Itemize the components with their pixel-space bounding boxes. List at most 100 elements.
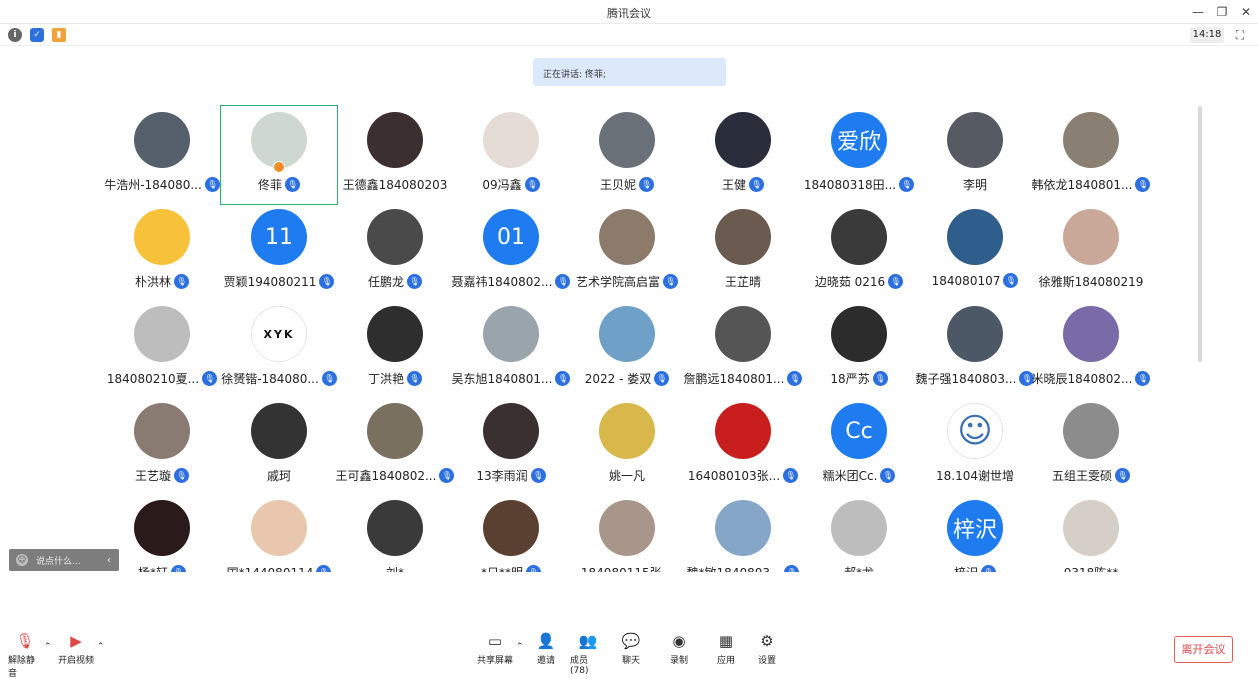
participant-avatar: 梓沢 bbox=[947, 500, 1003, 556]
participant-name: 王芷晴 bbox=[724, 275, 761, 289]
info-icon[interactable]: i bbox=[8, 28, 22, 42]
emoji-icon[interactable]: ☺ bbox=[16, 554, 28, 566]
participant-avatar bbox=[715, 500, 771, 556]
start-video-button[interactable]: ▶ 开启视频 bbox=[58, 632, 94, 670]
participant-tile[interactable]: 五组王雯硕 🎙 bbox=[1033, 397, 1149, 495]
fullscreen-icon[interactable]: ⛶ bbox=[1232, 27, 1248, 43]
participant-tile[interactable]: 吴东旭1840801... 🎙 bbox=[451, 300, 571, 398]
participant-tile[interactable]: 王可鑫1840802... 🎙 bbox=[336, 397, 455, 495]
participant-tile[interactable]: 梓沢梓沢🎙 bbox=[917, 494, 1033, 572]
participant-tile[interactable]: 杨*轩🎙 bbox=[104, 494, 220, 572]
participant-tile[interactable]: XYK 徐赟锴-184080... 🎙 bbox=[221, 300, 337, 398]
avatar-initials: 爱欣 bbox=[836, 130, 881, 155]
participant-tile[interactable]: 李明 bbox=[917, 106, 1033, 204]
participant-tile[interactable]: 王芷晴 bbox=[685, 203, 801, 301]
close-button[interactable]: ✕ bbox=[1234, 2, 1258, 22]
participant-tile[interactable]: 魏子强1840803... 🎙 bbox=[916, 300, 1035, 398]
participant-tile[interactable]: 詹鹏远1840801... 🎙 bbox=[684, 300, 803, 398]
participant-name: 184080107 bbox=[931, 273, 1001, 288]
video-options-chevron-icon[interactable]: ⌃ bbox=[97, 642, 105, 652]
participant-tile[interactable]: 徐雅斯184080219 bbox=[1033, 203, 1149, 301]
collapse-chevron-icon[interactable]: ‹ bbox=[107, 555, 111, 566]
settings-button[interactable]: ⚙ 设置 bbox=[756, 632, 778, 670]
invite-button[interactable]: 👤 邀请 bbox=[534, 632, 558, 670]
participant-tile[interactable]: 任鹏龙 🎙 bbox=[337, 203, 453, 301]
speaking-indicator: 正在讲话: 佟菲; bbox=[533, 58, 726, 86]
participant-tile[interactable]: 13李雨润 🎙 bbox=[453, 397, 569, 495]
participant-name: 吴东旭1840801... bbox=[451, 372, 553, 386]
participant-tile[interactable]: 18严苏 🎙 bbox=[801, 300, 917, 398]
members-button[interactable]: 👥 成员(78) bbox=[570, 632, 606, 676]
participant-tile[interactable]: 丁洪艳 🎙 bbox=[337, 300, 453, 398]
participant-avatar bbox=[251, 500, 307, 556]
participant-avatar bbox=[134, 209, 190, 265]
apps-button[interactable]: ▦ 应用 bbox=[715, 632, 737, 670]
leave-meeting-button[interactable]: 离开会议 bbox=[1174, 636, 1233, 663]
participant-avatar bbox=[367, 403, 423, 459]
unmute-button[interactable]: 🎙 解除静音 bbox=[8, 632, 42, 679]
participant-name: 徐赟锴-184080... bbox=[221, 372, 319, 386]
chat-button[interactable]: 💬 聊天 bbox=[620, 632, 642, 670]
participant-tile[interactable]: 184080107 🎙 bbox=[917, 203, 1033, 301]
window-title: 腾讯会议 bbox=[607, 7, 651, 20]
record-button[interactable]: ◉ 录制 bbox=[668, 632, 690, 670]
avatar-initials: ☺ bbox=[957, 411, 993, 451]
participant-avatar: XYK bbox=[251, 306, 307, 362]
participant-tile[interactable]: 艺术学院高启富 🎙 bbox=[569, 203, 685, 301]
participant-tile[interactable]: 爱欣 184080318田... 🎙 bbox=[801, 106, 917, 204]
participant-tile[interactable]: 184080115张... bbox=[569, 494, 685, 572]
participant-tile[interactable]: 09冯鑫 🎙 bbox=[453, 106, 569, 204]
share-screen-label: 共享屏幕 bbox=[477, 656, 514, 666]
network-signal-icon[interactable]: ▮ bbox=[52, 28, 66, 42]
participant-tile[interactable]: 184080210夏... 🎙 bbox=[104, 300, 220, 398]
participant-tile[interactable]: 01 聂嘉祎1840802... 🎙 bbox=[452, 203, 571, 301]
muted-microphone-icon: 🎙 bbox=[15, 632, 35, 650]
microphone-icon: 🎙 bbox=[654, 371, 670, 386]
participant-tile[interactable]: 164080103张... 🎙 bbox=[685, 397, 801, 495]
participant-name: 王健 bbox=[721, 178, 746, 192]
participant-tile[interactable]: 刘* bbox=[337, 494, 453, 572]
participant-tile[interactable]: 魏*敏1840803...🎙 bbox=[685, 494, 801, 572]
participant-avatar: 11 bbox=[251, 209, 307, 265]
participant-avatar bbox=[599, 112, 655, 168]
participant-avatar bbox=[1063, 306, 1119, 362]
participant-tile[interactable]: 韩依龙1840801... 🎙 bbox=[1032, 106, 1151, 204]
participant-tile[interactable]: 0318陈** bbox=[1033, 494, 1149, 572]
participant-name: 国*144080114 bbox=[227, 564, 314, 572]
audio-options-chevron-icon[interactable]: ⌃ bbox=[44, 642, 52, 652]
participant-tile[interactable]: 王德鑫184080203 bbox=[337, 106, 453, 204]
minimize-button[interactable]: — bbox=[1186, 2, 1210, 22]
participant-tile[interactable]: 米晓辰1840802... 🎙 bbox=[1032, 300, 1151, 398]
microphone-icon: 🎙 bbox=[1115, 468, 1130, 483]
chat-input-bar[interactable]: ☺ 说点什么... ‹ bbox=[9, 549, 119, 571]
participant-tile[interactable]: Cc 糯米团Cc. 🎙 bbox=[801, 397, 917, 495]
participant-name-line: 徐雅斯184080219 bbox=[1021, 273, 1161, 290]
participant-tile[interactable]: 王贝妮 🎙 bbox=[569, 106, 685, 204]
security-shield-icon[interactable]: ✓ bbox=[30, 28, 44, 42]
grid-scrollbar[interactable] bbox=[1198, 106, 1202, 362]
participant-tile[interactable]: 边晓茹 0216 🎙 bbox=[801, 203, 917, 301]
participant-tile[interactable]: 戚珂 bbox=[221, 397, 337, 495]
participant-tile[interactable]: 11 贾颖194080211 🎙 bbox=[221, 203, 337, 301]
participant-tile[interactable]: 佟菲 🎙 bbox=[220, 105, 338, 205]
participant-tile[interactable]: 国*144080114🎙 bbox=[221, 494, 337, 572]
meeting-clock: 14:18 bbox=[1190, 27, 1224, 43]
participant-tile[interactable]: 王艺璇 🎙 bbox=[104, 397, 220, 495]
participant-tile[interactable]: 姚一凡 bbox=[569, 397, 685, 495]
share-screen-button[interactable]: ▭ 共享屏幕 bbox=[477, 632, 513, 670]
participant-avatar bbox=[251, 112, 307, 168]
participant-tile[interactable]: 2022 - 娄双 🎙 bbox=[569, 300, 685, 398]
microphone-icon: 🎙 bbox=[639, 177, 654, 192]
restore-button[interactable]: ❐ bbox=[1210, 2, 1234, 22]
participant-tile[interactable]: 朴洪林 🎙 bbox=[104, 203, 220, 301]
participant-tile[interactable]: ☺ 18.104谢世增 bbox=[917, 397, 1033, 495]
participant-avatar bbox=[134, 306, 190, 362]
participant-avatar bbox=[483, 403, 539, 459]
participant-tile[interactable]: 王健 🎙 bbox=[685, 106, 801, 204]
share-options-chevron-icon[interactable]: ⌃ bbox=[516, 642, 524, 652]
participant-tile[interactable]: 牛浩州-184080... 🎙 bbox=[104, 106, 220, 204]
participant-tile[interactable]: 郝*龙 bbox=[801, 494, 917, 572]
participant-tile[interactable]: *日**明🎙 bbox=[453, 494, 569, 572]
start-video-label: 开启视频 bbox=[58, 656, 95, 666]
chat-input-placeholder[interactable]: 说点什么... bbox=[36, 554, 81, 567]
